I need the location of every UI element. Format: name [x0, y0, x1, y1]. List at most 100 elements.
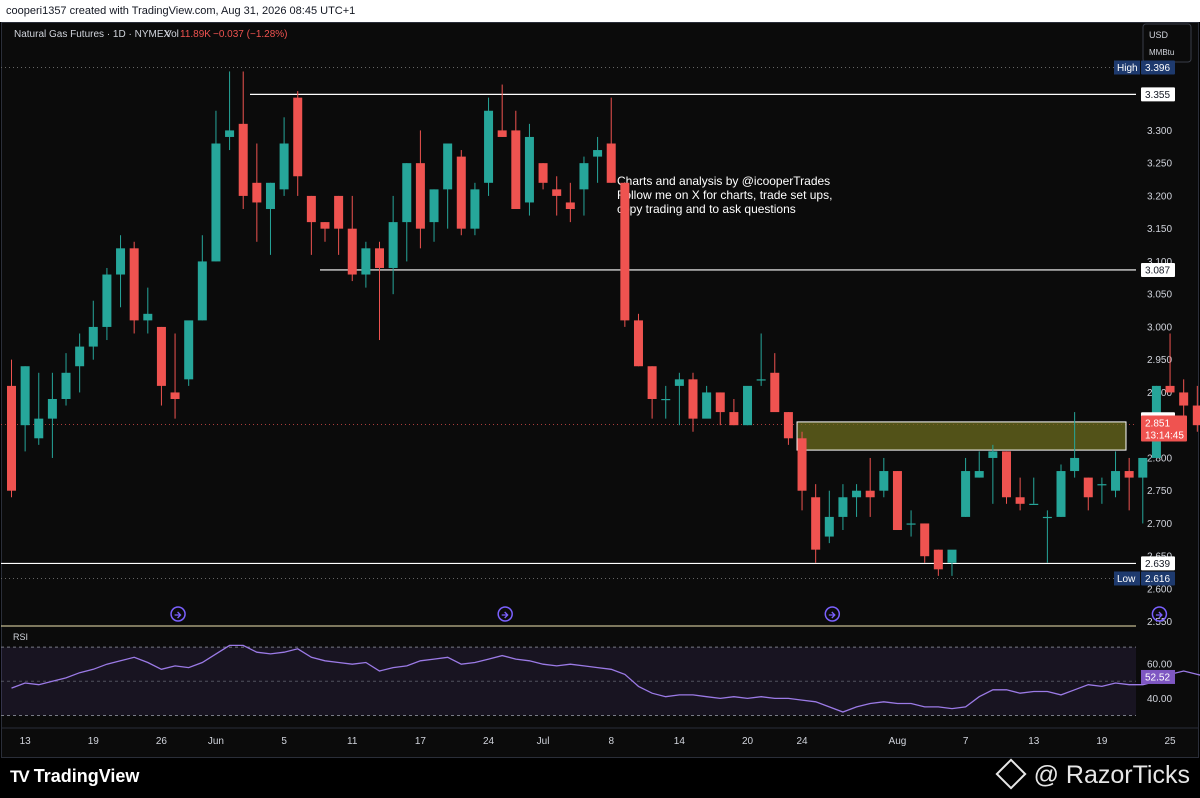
- support-zone: [796, 421, 1127, 451]
- price-tick-label: 3.150: [1147, 224, 1172, 235]
- candle-body: [920, 523, 930, 557]
- level-price-label: 3.087: [1145, 265, 1170, 276]
- candle-body: [156, 326, 166, 386]
- candle-body: [293, 97, 303, 177]
- annotation-line-3: copy trading and to ask questions: [617, 202, 796, 216]
- price-tick-label: 3.000: [1147, 322, 1172, 333]
- razorticks-label: @ RazorTicks: [1033, 761, 1190, 789]
- candle-body: [620, 182, 630, 321]
- candle-body: [34, 418, 44, 439]
- candle-body: [415, 163, 425, 229]
- candle-body: [661, 398, 671, 401]
- time-tick-label: 19: [1096, 736, 1108, 747]
- razorticks-watermark: @ RazorTicks: [995, 758, 1190, 790]
- low-price-label: 2.616: [1145, 574, 1170, 585]
- price-tick-label: 2.600: [1147, 584, 1172, 595]
- candle-body: [75, 346, 85, 367]
- diamond-icon: [995, 758, 1027, 790]
- candle-body: [1192, 405, 1200, 426]
- time-tick-label: 5: [281, 736, 287, 747]
- time-tick-label: 13: [20, 736, 32, 747]
- candle-body: [715, 392, 725, 413]
- event-markers: [170, 606, 1168, 622]
- candle-body: [906, 523, 916, 525]
- candle-body: [470, 189, 480, 229]
- candle-body: [770, 372, 780, 413]
- candle-body: [1097, 484, 1107, 486]
- candle-body: [797, 438, 807, 491]
- price-tick-label: 3.250: [1147, 159, 1172, 170]
- candle-body: [7, 385, 16, 491]
- candle-body: [579, 163, 589, 190]
- candle-body: [674, 379, 684, 386]
- rsi-tick-label: 40.00: [1147, 694, 1172, 705]
- time-tick-label: 20: [742, 736, 754, 747]
- candle-body: [729, 412, 739, 426]
- time-tick-label: 19: [88, 736, 100, 747]
- event-marker-icon: [170, 606, 186, 622]
- candle-body: [211, 143, 221, 262]
- time-tick-label: 24: [796, 736, 808, 747]
- candle-body: [538, 163, 548, 183]
- candle-body: [1056, 471, 1066, 517]
- time-tick-label: 17: [415, 736, 427, 747]
- candle-body: [88, 326, 98, 347]
- price-tick-label: 3.050: [1147, 290, 1172, 301]
- candle-body: [334, 195, 344, 229]
- candle-body: [606, 143, 616, 183]
- arrow-right-icon: [828, 611, 836, 619]
- candle-body: [429, 189, 439, 223]
- tradingview-label: TradingView: [33, 766, 140, 786]
- candle-body: [361, 248, 371, 275]
- candle-body: [484, 110, 494, 183]
- candle-body: [783, 412, 793, 439]
- candle-body: [306, 195, 316, 223]
- time-tick-label: 14: [674, 736, 686, 747]
- candle-body: [1001, 451, 1011, 498]
- candle-body: [688, 379, 698, 419]
- candle-body: [1015, 497, 1025, 504]
- candle-body: [197, 261, 207, 321]
- candles: [7, 71, 1200, 576]
- candle-body: [865, 490, 875, 498]
- candle-body: [852, 490, 862, 498]
- tradingview-logo: TV TradingView: [10, 766, 139, 787]
- symbol-title: Natural Gas Futures · 1D · NYMEX: [14, 29, 170, 40]
- candle-body: [974, 471, 984, 478]
- candle-body: [279, 143, 289, 190]
- event-marker-icon: [497, 606, 513, 622]
- candle-body: [1179, 392, 1189, 406]
- candle-body: [811, 497, 821, 550]
- candle-body: [116, 248, 126, 275]
- candle-body: [20, 366, 30, 426]
- candle-body: [184, 320, 194, 380]
- candle-body: [347, 228, 357, 275]
- time-tick-label: Jun: [208, 736, 224, 747]
- rsi-current-label: 52.52: [1145, 672, 1170, 683]
- low-tag-label: Low: [1117, 574, 1136, 585]
- candle-body: [497, 130, 507, 137]
- candle-body: [102, 274, 112, 327]
- countdown-label: 13:14:45: [1145, 431, 1184, 442]
- change-value: −0.037 (−1.28%): [213, 29, 288, 40]
- candle-body: [252, 182, 262, 203]
- high-price-label: 3.396: [1145, 63, 1170, 74]
- time-tick-label: Jul: [537, 736, 550, 747]
- annotation-line-2: Follow me on X for charts, trade set ups…: [617, 188, 832, 202]
- candle-body: [129, 248, 139, 321]
- price-axis: 2.5502.6002.6502.7002.7502.8002.8502.900…: [1147, 126, 1172, 628]
- tradingview-mark-icon: TV: [10, 767, 30, 786]
- candle-body: [1070, 457, 1080, 472]
- candle-body: [879, 471, 889, 491]
- candle-body: [511, 130, 521, 210]
- volume-label: Vol: [165, 29, 179, 40]
- candle-body: [824, 516, 834, 537]
- time-tick-label: 25: [1164, 736, 1176, 747]
- candle-body: [565, 202, 575, 210]
- time-tick-label: 26: [156, 736, 168, 747]
- candle-body: [170, 392, 180, 399]
- candle-body: [225, 130, 235, 137]
- chart-svg[interactable]: Natural Gas Futures · 1D · NYMEX Vol 11.…: [0, 0, 1200, 758]
- candle-body: [47, 398, 57, 419]
- price-tick-label: 2.750: [1147, 486, 1172, 497]
